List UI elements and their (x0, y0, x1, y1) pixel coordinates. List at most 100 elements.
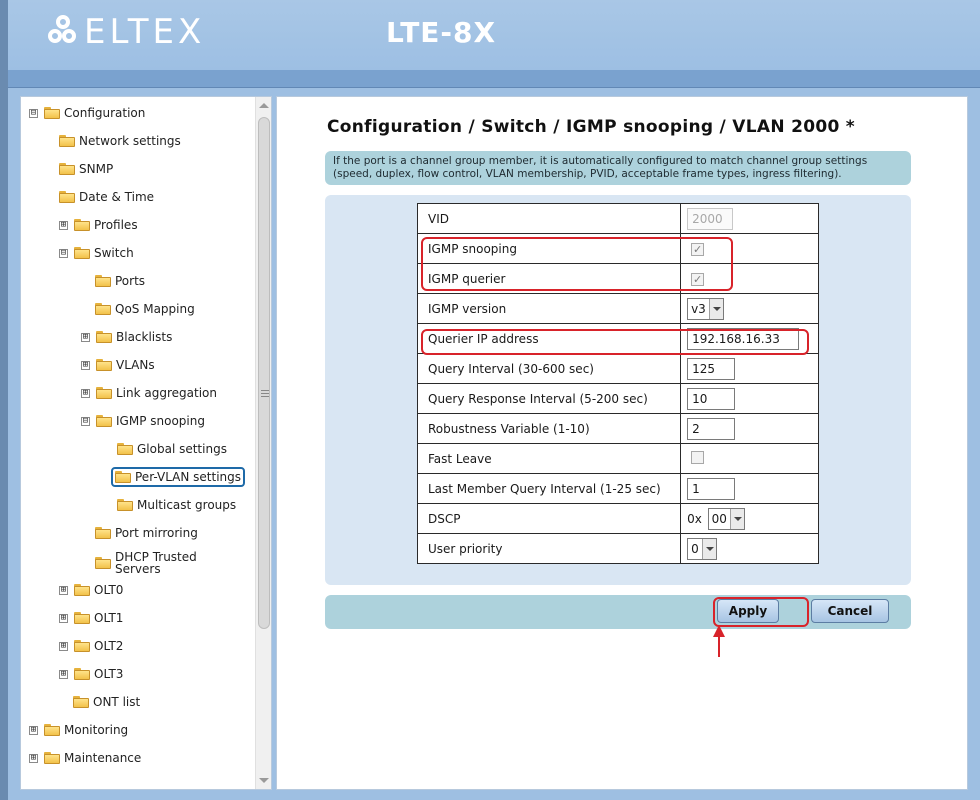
tree-item-label: Blacklists (116, 330, 173, 344)
folder-icon (96, 359, 112, 371)
expand-icon[interactable]: ⊞ (59, 641, 68, 651)
expand-icon[interactable]: ⊞ (59, 613, 68, 623)
eltex-logo-icon (48, 15, 78, 49)
tree-item-monitoring[interactable]: ⊞ Monitoring (29, 719, 128, 741)
user-priority-select[interactable]: 0 (687, 537, 717, 560)
igmp-querier-checkbox[interactable]: ✓ (691, 272, 705, 286)
tree-item-olt1[interactable]: ⊞ OLT1 (59, 607, 123, 629)
tree-item-multicast-groups[interactable]: Multicast groups (117, 494, 236, 516)
tree-item-label: QoS Mapping (115, 302, 195, 316)
page-title: Configuration / Switch / IGMP snooping /… (327, 117, 855, 137)
collapse-icon[interactable]: ⊟ (81, 416, 90, 426)
expand-icon[interactable]: ⊞ (81, 360, 90, 370)
chevron-down-icon[interactable] (729, 508, 744, 529)
info-line-1: If the port is a channel group member, i… (333, 155, 868, 167)
chevron-down-icon[interactable] (708, 298, 723, 319)
tree-item-label: Monitoring (64, 723, 129, 737)
tree-item-network-settings[interactable]: Network settings (59, 130, 181, 152)
tree-item-port-mirroring[interactable]: Port mirroring (95, 522, 198, 544)
igmp-version-select[interactable]: v3 (687, 297, 724, 320)
tree-item-profiles[interactable]: ⊞ Profiles (59, 214, 138, 236)
tree-item-configuration[interactable]: ⊟ Configuration (29, 102, 145, 124)
tree-item-vlans[interactable]: ⊞ VLANs (81, 354, 155, 376)
igmp-snooping-label: IGMP snooping (416, 233, 682, 264)
tree-item-global-settings[interactable]: Global settings (117, 438, 227, 460)
scroll-up-icon[interactable] (259, 103, 269, 108)
action-bar: Apply Cancel (325, 595, 911, 629)
tree-item-label: VLANs (116, 358, 155, 372)
tree-item-olt2[interactable]: ⊞ OLT2 (59, 635, 123, 657)
folder-icon (59, 135, 75, 147)
tree-item-maintenance[interactable]: ⊞ Maintenance (29, 747, 141, 769)
expand-icon[interactable]: ⊞ (29, 725, 38, 735)
querier-ip-field[interactable]: 192.168.16.33 (687, 327, 800, 350)
apply-button[interactable]: Apply (717, 599, 779, 623)
igmp-snooping-checkbox[interactable]: ✓ (691, 242, 705, 256)
tree-item-ont-list[interactable]: ONT list (73, 691, 140, 713)
tree-item-ports[interactable]: Ports (95, 270, 145, 292)
expand-icon[interactable]: ⊞ (59, 669, 68, 679)
last-member-label: Last Member Query Interval (1-25 sec) (416, 473, 682, 504)
vid-field: 2000 (687, 207, 734, 230)
collapse-icon[interactable]: ⊟ (29, 108, 38, 118)
logo-text: ELTEX (84, 12, 206, 52)
folder-icon (74, 219, 90, 231)
tree-item-igmp-snooping[interactable]: ⊟ IGMP snooping (81, 410, 205, 432)
folder-icon (96, 415, 112, 427)
igmp-version-value: v3 (691, 301, 706, 316)
info-line-2: (speed, duplex, flow control, VLAN membe… (333, 168, 842, 180)
tree-item-label: ONT list (93, 695, 141, 709)
tree-item-olt0[interactable]: ⊞ OLT0 (59, 579, 123, 601)
folder-icon (59, 191, 75, 203)
chevron-down-icon[interactable] (701, 538, 716, 559)
scroll-down-icon[interactable] (259, 778, 269, 783)
tree-item-label: OLT0 (94, 583, 124, 597)
dscp-select[interactable]: 00 (707, 507, 745, 530)
tree-item-label: Ports (115, 274, 146, 288)
tree-item-label: Switch (94, 246, 134, 260)
query-interval-field[interactable]: 125 (687, 357, 736, 380)
tree-item-snmp[interactable]: SNMP (59, 158, 113, 180)
row-user-priority: User priority 0 (416, 533, 819, 564)
tree-item-label-selected: Per-VLAN settings (111, 467, 246, 487)
settings-form: VID 2000 IGMP snooping ✓ IGMP querier ✓ … (325, 195, 911, 585)
tree-item-blacklists[interactable]: ⊞ Blacklists (81, 326, 172, 348)
last-member-field[interactable]: 1 (687, 477, 736, 500)
query-response-field[interactable]: 10 (687, 387, 736, 410)
sidebar-scrollbar[interactable] (255, 97, 271, 789)
tree-item-label: SNMP (79, 162, 114, 176)
expand-icon[interactable]: ⊞ (81, 388, 90, 398)
settings-table: VID 2000 IGMP snooping ✓ IGMP querier ✓ … (416, 203, 819, 564)
tree-item-label: OLT2 (94, 639, 124, 653)
row-igmp-version: IGMP version v3 (416, 293, 819, 324)
expand-icon[interactable]: ⊞ (81, 332, 90, 342)
tree-item-qos-mapping[interactable]: QoS Mapping (95, 298, 195, 320)
dscp-value: 00 (711, 511, 727, 526)
dscp-prefix: 0x (687, 511, 702, 526)
expand-icon[interactable]: ⊞ (59, 585, 68, 595)
tree-item-dhcp-trusted-servers[interactable]: DHCP Trusted Servers (95, 549, 215, 577)
tree-item-label: Profiles (94, 218, 138, 232)
tree-item-label: Configuration (64, 106, 146, 120)
tree-item-link-aggregation[interactable]: ⊞ Link aggregation (81, 382, 217, 404)
tree-item-label: IGMP snooping (116, 414, 205, 428)
tree-item-label: OLT1 (94, 611, 124, 625)
robustness-field[interactable]: 2 (687, 417, 736, 440)
row-igmp-snooping: IGMP snooping ✓ (416, 233, 819, 264)
tree-item-per-vlan-settings[interactable]: Per-VLAN settings (111, 466, 246, 488)
scrollbar-thumb[interactable] (258, 117, 270, 629)
folder-icon (74, 584, 90, 596)
dscp-label: DSCP (416, 503, 682, 534)
cancel-button[interactable]: Cancel (811, 599, 889, 623)
row-dscp: DSCP 0x 00 (416, 503, 819, 534)
folder-icon (96, 387, 112, 399)
tree-item-olt3[interactable]: ⊞ OLT3 (59, 663, 123, 685)
tree-item-switch[interactable]: ⊟ Switch (59, 242, 134, 264)
expand-icon[interactable]: ⊞ (59, 220, 68, 230)
tree-item-date-time[interactable]: Date & Time (59, 186, 154, 208)
query-response-label: Query Response Interval (5-200 sec) (416, 383, 682, 414)
fast-leave-checkbox[interactable] (691, 450, 705, 464)
expand-icon[interactable]: ⊞ (29, 753, 38, 763)
info-message: If the port is a channel group member, i… (325, 151, 911, 185)
collapse-icon[interactable]: ⊟ (59, 248, 68, 258)
